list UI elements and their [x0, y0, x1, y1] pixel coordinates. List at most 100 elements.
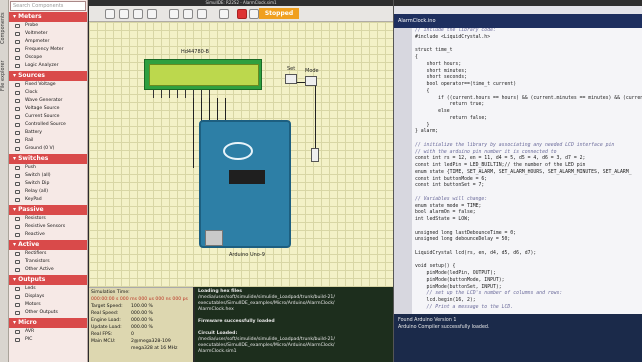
- component-item[interactable]: Resistive Sensors: [9, 223, 87, 231]
- component-item-label: AVR: [25, 329, 35, 334]
- component-icon: [15, 32, 20, 36]
- code-area[interactable]: // include the library code: #include <Li…: [413, 28, 642, 314]
- component-item[interactable]: Displays: [9, 293, 87, 301]
- code-line: enum state {TIME, SET_ALARM, SET_ALARM_H…: [415, 169, 632, 175]
- component-item[interactable]: Fixed Voltage: [9, 81, 87, 89]
- component-icon: [15, 233, 20, 237]
- category-header[interactable]: ▾ Micro: [9, 318, 87, 328]
- component-item-label: Switch Dip: [25, 181, 50, 186]
- new-circuit-icon[interactable]: [105, 9, 115, 19]
- component-icon: [15, 198, 20, 202]
- open-circuit-icon[interactable]: [119, 9, 129, 19]
- component-item-label: PIC: [25, 337, 33, 342]
- settings-icon[interactable]: [219, 9, 229, 19]
- component-item[interactable]: Wave Generator: [9, 97, 87, 105]
- lcd-pin: [209, 90, 210, 98]
- sim-info-value: 000.00 %: [131, 325, 153, 330]
- component-item-label: Push: [25, 165, 36, 170]
- component-item[interactable]: Motors: [9, 301, 87, 309]
- component-item[interactable]: Reactive: [9, 231, 87, 239]
- component-item[interactable]: Current Source: [9, 113, 87, 121]
- component-item[interactable]: Oscope: [9, 54, 87, 62]
- pause-icon[interactable]: [249, 9, 259, 19]
- code-line: short hours;: [415, 61, 462, 67]
- component-icon: [15, 338, 20, 342]
- power-icon[interactable]: [237, 9, 247, 19]
- component-icon: [15, 147, 20, 151]
- category-header[interactable]: ▾ Switches: [9, 154, 87, 164]
- code-line: const int buttonSet = 7;: [415, 183, 485, 189]
- component-item[interactable]: Push: [9, 164, 87, 172]
- save-circuit-icon[interactable]: [133, 9, 143, 19]
- category-header[interactable]: ▾ Outputs: [9, 275, 87, 285]
- app-window: Components File explorer Search Componen…: [0, 0, 642, 362]
- component-item[interactable]: Rectifiers: [9, 250, 87, 258]
- component-item[interactable]: Other Active: [9, 266, 87, 274]
- component-item-label: Resistors: [25, 216, 46, 221]
- component-item[interactable]: Frequency Meter: [9, 46, 87, 54]
- mode-button[interactable]: [305, 76, 317, 86]
- component-icon: [15, 99, 20, 103]
- zoom-one-icon[interactable]: [197, 9, 207, 19]
- category-header[interactable]: ▾ Meters: [9, 12, 87, 22]
- tab-file-explorer[interactable]: File explorer: [0, 54, 9, 98]
- component-item[interactable]: Probe: [9, 22, 87, 30]
- tab-components[interactable]: Components: [0, 6, 9, 50]
- lcd-display[interactable]: [144, 59, 262, 90]
- component-item-label: Current Source: [25, 114, 60, 119]
- code-line: const int rs = 12, en = 11, d4 = 5, d5 =…: [415, 156, 586, 162]
- component-icon: [15, 40, 20, 44]
- component-item[interactable]: Other Outputs: [9, 309, 87, 317]
- code-line: // set up the LCD's number of columns an…: [415, 291, 563, 297]
- component-item-label: Rectifiers: [25, 251, 47, 256]
- code-line: short seconds;: [415, 75, 467, 81]
- tab-alarmclock-ino[interactable]: AlarmClock.ino: [394, 14, 642, 28]
- sim-info-key: Engine Load:: [91, 318, 121, 323]
- set-button[interactable]: [285, 74, 297, 84]
- zoom-fit-icon[interactable]: [169, 9, 179, 19]
- component-item[interactable]: Clock: [9, 89, 87, 97]
- component-item-label: Ampmeter: [25, 39, 50, 44]
- component-item[interactable]: Leds: [9, 285, 87, 293]
- component-item[interactable]: Voltage Source: [9, 105, 87, 113]
- component-item[interactable]: Switch (all): [9, 172, 87, 180]
- component-item[interactable]: AVR: [9, 328, 87, 336]
- component-item-label: Relay (all): [25, 189, 49, 194]
- category-header[interactable]: ▾ Active: [9, 240, 87, 250]
- category-header[interactable]: ▾ Sources: [9, 71, 87, 81]
- circuit-canvas[interactable]: Hd44780-B Set Mode Arduino Uno-9: [89, 22, 393, 287]
- component-item[interactable]: Battery: [9, 129, 87, 137]
- sim-info-row: Real Speed: 000.00 %: [91, 310, 191, 317]
- sim-info-value: mega328 at 16 MHz: [131, 346, 178, 351]
- component-item[interactable]: Rail: [9, 137, 87, 145]
- component-item[interactable]: Switch Dip: [9, 180, 87, 188]
- category-header[interactable]: ▾ Passive: [9, 205, 87, 215]
- arduino-board[interactable]: [199, 120, 291, 248]
- zoom-selection-icon[interactable]: [183, 9, 193, 19]
- component-item[interactable]: KeyPad: [9, 196, 87, 204]
- component-icon: [15, 311, 20, 315]
- sim-info-key: Update Load:: [91, 325, 122, 330]
- component-item[interactable]: Transistors: [9, 258, 87, 266]
- sim-time-value: 000:00:00 s 000 ms 000 us 000 ns 000 ps: [91, 297, 188, 302]
- save-as-icon[interactable]: [147, 9, 157, 19]
- component-item[interactable]: Resistors: [9, 215, 87, 223]
- code-line: const int ledPin = LED_BUILTIN;// the nu…: [415, 163, 586, 168]
- component-item-label: Motors: [25, 302, 41, 307]
- sim-info-value: 000.00 %: [131, 311, 153, 316]
- component-item[interactable]: Ampmeter: [9, 38, 87, 46]
- component-item[interactable]: Ground (0 V): [9, 145, 87, 153]
- compiler-output-line: Found Arduino Version 1: [398, 318, 457, 323]
- component-item-label: Oscope: [25, 55, 43, 60]
- resistor[interactable]: [311, 148, 319, 162]
- component-item[interactable]: Controlled Source: [9, 121, 87, 129]
- component-item[interactable]: Relay (all): [9, 188, 87, 196]
- component-icon: [15, 303, 20, 307]
- component-item[interactable]: PIC: [9, 336, 87, 344]
- component-item[interactable]: Logic Analyzer: [9, 62, 87, 70]
- component-search-input[interactable]: Search Components: [10, 1, 86, 11]
- component-item-label: Displays: [25, 294, 45, 299]
- component-item[interactable]: Voltmeter: [9, 30, 87, 38]
